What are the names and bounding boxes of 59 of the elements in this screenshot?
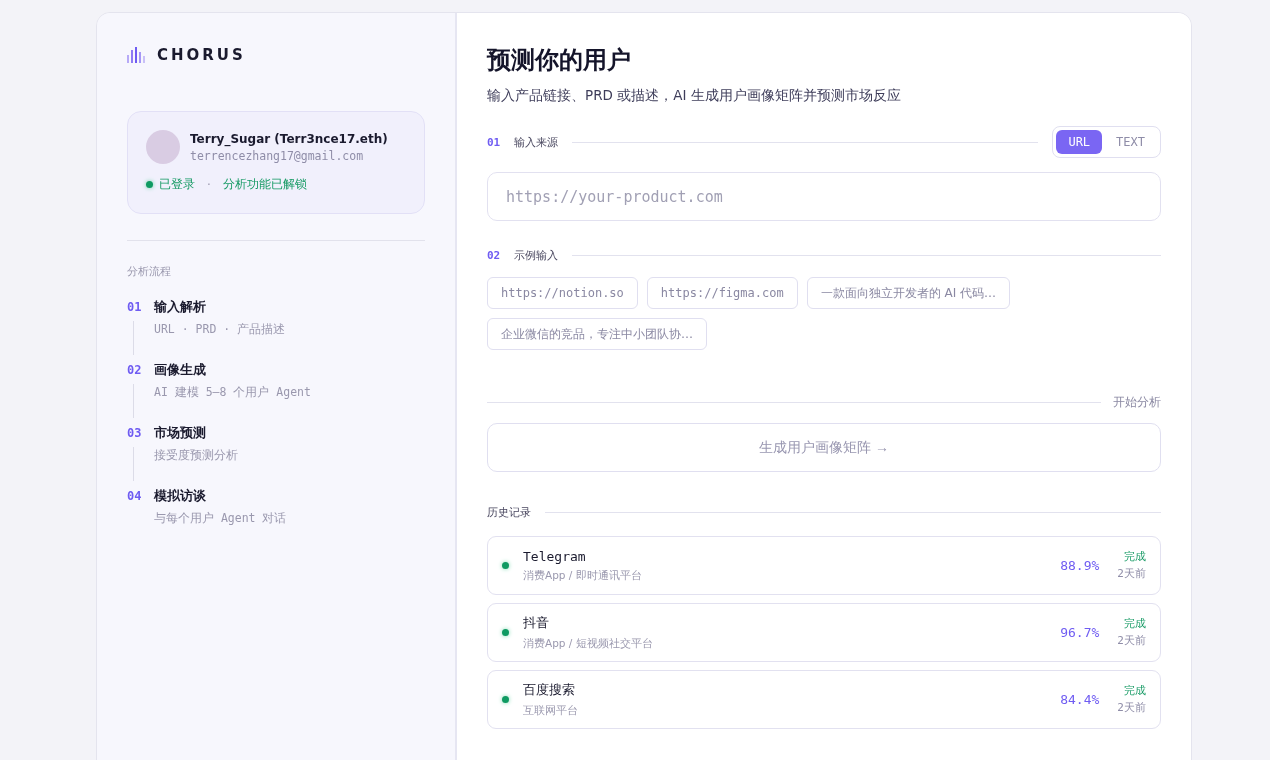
mode-tab[interactable]: URL <box>1056 130 1103 154</box>
section-number: 02 <box>487 248 501 262</box>
step-title: 画像生成 <box>154 362 207 378</box>
status-text: 完成 <box>1124 550 1146 564</box>
step-number: 01 <box>127 299 143 316</box>
step-number: 02 <box>127 362 143 379</box>
step-title: 输入解析 <box>154 299 207 315</box>
section-label: 开始分析 <box>1113 394 1161 411</box>
step-title: 模拟访谈 <box>154 488 207 504</box>
history-card[interactable]: 百度搜索 互联网平台 84.4% 完成 2天前 <box>487 670 1161 729</box>
status-dot-icon <box>502 562 509 569</box>
status-text: 完成 <box>1124 684 1146 698</box>
score-text: 88.9% <box>1060 558 1100 573</box>
section-label: 示例输入 <box>514 247 559 263</box>
step-number: 03 <box>127 425 143 442</box>
status-dot-icon <box>146 181 153 188</box>
history-category: 消费App / 即时通讯平台 <box>523 568 643 583</box>
history-card[interactable]: Telegram 消费App / 即时通讯平台 88.9% 完成 2天前 <box>487 536 1161 595</box>
step-description: 与每个用户 Agent 对话 <box>154 511 288 526</box>
step-description: 接受度预测分析 <box>154 448 239 463</box>
status-text: 完成 <box>1124 617 1146 631</box>
example-chip[interactable]: https://figma.com <box>646 277 798 309</box>
history-title: 抖音 <box>523 614 550 632</box>
step-title: 市场预测 <box>154 425 207 441</box>
history-title: 百度搜索 <box>523 681 576 699</box>
mode-tab[interactable]: TEXT <box>1104 130 1157 154</box>
unlock-status: 分析功能已解锁 <box>222 176 307 193</box>
history-card[interactable]: 抖音 消费App / 短视频社交平台 96.7% 完成 2天前 <box>487 603 1161 662</box>
step-number: 04 <box>127 488 143 505</box>
avatar-placeholder <box>146 130 180 164</box>
history-category: 消费App / 短视频社交平台 <box>523 637 654 651</box>
history-category: 互联网平台 <box>523 704 579 718</box>
section-number: 01 <box>487 135 501 149</box>
user-email: terrencezhang17@gmail.com <box>190 148 365 163</box>
section-label: 历史记录 <box>487 504 531 520</box>
step-description: URL · PRD · 产品描述 <box>154 322 287 337</box>
time-text: 2天前 <box>1117 634 1146 648</box>
score-text: 96.7% <box>1060 625 1100 640</box>
generate-button[interactable]: 生成用户画像矩阵 → <box>487 423 1161 472</box>
login-status: 已登录 <box>159 176 195 193</box>
history-title: Telegram <box>523 548 587 564</box>
step-description: AI 建模 5–8 个用户 Agent <box>154 385 312 400</box>
status-dot-icon <box>502 696 509 703</box>
section-label: 输入来源 <box>514 134 559 150</box>
score-text: 84.4% <box>1060 692 1100 707</box>
section-heading: 分析流程 <box>127 264 172 279</box>
example-chip[interactable]: https://notion.so <box>487 277 638 309</box>
example-chip[interactable]: 企业微信的竞品，专注中小团队协… <box>487 318 707 350</box>
time-text: 2天前 <box>1117 567 1146 581</box>
status-dot-icon <box>502 629 509 636</box>
separator-text: · <box>207 177 211 192</box>
page-title: 预测你的用户 <box>487 45 632 76</box>
time-text: 2天前 <box>1117 701 1146 715</box>
example-chip[interactable]: 一款面向独立开发者的 AI 代码… <box>806 277 1011 309</box>
user-name: Terry_Sugar (Terr3nce17.eth) <box>190 131 388 146</box>
brand-name: CHORUS <box>157 46 246 64</box>
bars-logo-icon <box>127 47 145 63</box>
page-subtitle: 输入产品链接、PRD 或描述，AI 生成用户画像矩阵并预测市场反应 <box>487 87 902 105</box>
url-input-field[interactable]: https://your-product.com <box>487 172 1161 221</box>
